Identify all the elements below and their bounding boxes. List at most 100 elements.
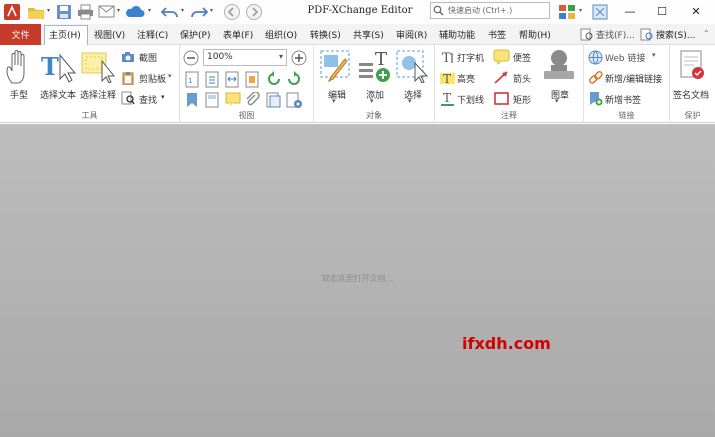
clipboard-icon[interactable] xyxy=(121,71,135,88)
chevron-down-icon[interactable]: ▾ xyxy=(370,97,374,105)
minimize-button[interactable]: — xyxy=(614,0,646,22)
tab-help[interactable]: 帮助(H) xyxy=(519,28,551,41)
typewriter-label[interactable]: 打字机 xyxy=(457,51,484,64)
edit-object-label[interactable]: 编辑 xyxy=(328,88,346,101)
chevron-down-icon[interactable]: ▾ xyxy=(279,52,283,61)
attachments-icon[interactable] xyxy=(245,91,260,111)
properties-icon[interactable] xyxy=(286,92,303,112)
zoom-in-icon[interactable] xyxy=(291,50,307,69)
highlight-icon[interactable]: T xyxy=(440,70,455,88)
tab-forms[interactable]: 表单(F) xyxy=(223,28,253,41)
chevron-down-icon[interactable]: ▾ xyxy=(168,72,172,80)
sticky-note-label[interactable]: 便签 xyxy=(513,51,531,64)
chevron-down-icon[interactable]: ▾ xyxy=(47,8,53,14)
arrow-icon[interactable] xyxy=(493,70,510,88)
layers-icon[interactable] xyxy=(266,92,281,111)
select-object-icon[interactable] xyxy=(395,49,431,86)
fullscreen-icon[interactable] xyxy=(590,2,610,21)
tab-review[interactable]: 审阅(R) xyxy=(396,28,427,41)
sticky-note-icon[interactable] xyxy=(493,49,510,68)
tab-protect[interactable]: 保护(P) xyxy=(180,28,210,41)
hand-icon[interactable] xyxy=(4,49,32,88)
tab-accessibility[interactable]: 辅助功能 xyxy=(439,28,475,41)
chevron-down-icon[interactable]: ▾ xyxy=(161,93,165,101)
stamp-label[interactable]: 图章 xyxy=(551,88,569,101)
thumbnails-icon[interactable] xyxy=(205,92,220,111)
chevron-down-icon[interactable]: ▾ xyxy=(579,8,585,14)
save-icon[interactable] xyxy=(54,2,74,21)
tab-view[interactable]: 视图(V) xyxy=(94,28,125,41)
chevron-down-icon[interactable]: ▾ xyxy=(555,97,559,105)
cloud-icon[interactable] xyxy=(125,2,145,21)
rotate-right-icon[interactable] xyxy=(286,71,302,90)
rectangle-icon[interactable] xyxy=(493,91,510,109)
edit-object-icon[interactable] xyxy=(319,49,353,86)
highlight-label[interactable]: 高亮 xyxy=(457,72,475,85)
add-object-icon[interactable]: T xyxy=(357,49,393,86)
rectangle-label[interactable]: 矩形 xyxy=(513,93,531,106)
fit-width-icon[interactable] xyxy=(225,71,240,91)
add-edit-link-label[interactable]: 新增/编辑链接 xyxy=(605,72,662,85)
maximize-button[interactable]: ☐ xyxy=(646,0,678,22)
search-button[interactable]: 搜索(S)... xyxy=(656,28,695,41)
email-icon[interactable] xyxy=(96,2,116,21)
actual-size-icon[interactable]: 1 xyxy=(185,71,200,91)
rotate-left-icon[interactable] xyxy=(266,71,282,90)
close-button[interactable]: ✕ xyxy=(680,0,712,22)
tab-home[interactable]: 主页(H) xyxy=(49,28,81,41)
chevron-down-icon[interactable]: ▾ xyxy=(117,8,123,14)
sign-document-icon[interactable] xyxy=(678,49,706,86)
select-text-icon[interactable]: T xyxy=(40,51,78,86)
chevron-down-icon[interactable]: ▾ xyxy=(408,97,412,105)
zoom-select[interactable]: 100% ▾ xyxy=(203,49,287,66)
sign-document-label[interactable]: 签名文档 xyxy=(673,88,709,101)
chevron-down-icon[interactable]: ▾ xyxy=(652,51,656,59)
select-object-label[interactable]: 选择 xyxy=(404,88,422,101)
back-icon[interactable] xyxy=(222,2,242,21)
fit-page-icon[interactable] xyxy=(205,71,220,91)
link-icon[interactable] xyxy=(588,70,603,88)
document-workspace[interactable]: 双击这里打开文档... ifxdh.com xyxy=(0,124,715,437)
fit-visible-icon[interactable] xyxy=(245,71,260,91)
find-label[interactable]: 查找 xyxy=(139,93,157,106)
file-tab[interactable]: 文件 xyxy=(0,24,41,45)
globe-icon[interactable] xyxy=(588,50,603,68)
select-comment-label[interactable]: 选择注释 xyxy=(80,88,116,101)
hand-tool-label[interactable]: 手型 xyxy=(10,88,28,101)
undo-icon[interactable] xyxy=(160,2,180,21)
underline-icon[interactable]: T xyxy=(440,91,455,109)
underline-label[interactable]: 下划线 xyxy=(457,93,484,106)
zoom-out-icon[interactable] xyxy=(183,50,199,69)
arrow-label[interactable]: 箭头 xyxy=(513,72,531,85)
select-comment-icon[interactable] xyxy=(80,51,116,86)
chevron-down-icon[interactable]: ▾ xyxy=(210,8,216,14)
chevron-down-icon[interactable]: ▾ xyxy=(148,8,154,14)
select-text-label[interactable]: 选择文本 xyxy=(40,88,76,101)
find-icon[interactable] xyxy=(121,91,135,108)
add-bookmark-icon[interactable] xyxy=(588,91,603,109)
chevron-down-icon[interactable]: ▾ xyxy=(332,97,336,105)
tab-bookmarks[interactable]: 书签 xyxy=(488,28,506,41)
stamp-icon[interactable] xyxy=(542,48,576,87)
open-folder-icon[interactable] xyxy=(26,2,46,21)
comments-pane-icon[interactable] xyxy=(225,92,241,109)
typewriter-icon[interactable]: T xyxy=(440,50,455,68)
find-button[interactable]: 查找(F)... xyxy=(596,28,635,41)
tab-organize[interactable]: 组织(O) xyxy=(265,28,297,41)
tab-share[interactable]: 共享(S) xyxy=(353,28,384,41)
quick-launch-search[interactable]: 快速启动 (Ctrl+.) xyxy=(430,2,550,19)
bookmark-icon[interactable] xyxy=(185,92,199,111)
layout-icon[interactable] xyxy=(556,2,578,21)
web-links-label[interactable]: Web 链接 xyxy=(605,51,645,64)
chevron-down-icon[interactable]: ▾ xyxy=(181,8,187,14)
snapshot-label[interactable]: 截图 xyxy=(139,51,157,64)
camera-icon[interactable] xyxy=(121,51,135,66)
ribbon-collapse-icon[interactable]: ⌃ xyxy=(703,29,710,38)
redo-icon[interactable] xyxy=(189,2,209,21)
tab-comment[interactable]: 注释(C) xyxy=(137,28,168,41)
print-icon[interactable] xyxy=(75,2,95,21)
forward-icon[interactable] xyxy=(244,2,264,21)
add-object-label[interactable]: 添加 xyxy=(366,88,384,101)
clipboard-label[interactable]: 剪贴板 xyxy=(139,72,166,85)
tab-convert[interactable]: 转换(S) xyxy=(310,28,341,41)
